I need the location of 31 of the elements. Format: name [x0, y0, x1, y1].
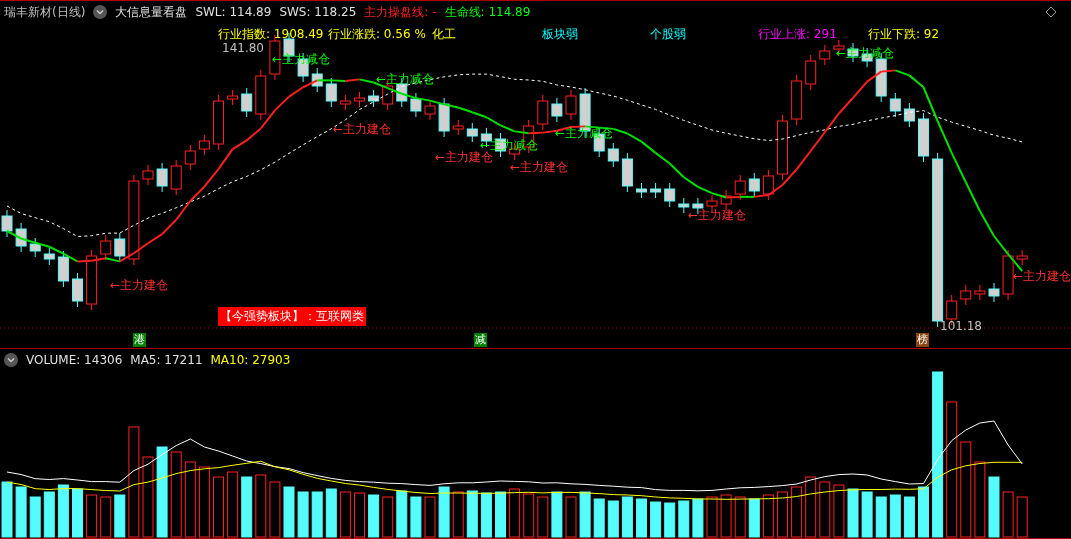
dropdown-icon[interactable] [4, 353, 18, 367]
sector-state: 板块弱 [542, 25, 579, 43]
signal-badge: 榜 [916, 333, 929, 347]
signal-annotation: ←主力建仓 [688, 207, 747, 224]
volume-value: VOLUME: 14306 [26, 353, 123, 367]
signal-badge: 港 [133, 333, 146, 347]
low-price-label: 101.18 [940, 319, 982, 333]
swl-value: SWL: 114.89 [195, 5, 272, 19]
sws-value: SWS: 118.25 [279, 5, 357, 19]
signal-annotation: ←主力建仓 [435, 150, 494, 166]
industry-down-count: 行业下跌: 92 [868, 25, 941, 43]
high-price-label: 141.80 [222, 41, 264, 55]
stock-title: 瑞丰新材(日线) [4, 3, 86, 21]
signal-annotation: ←主力减仓 [376, 71, 435, 88]
ma5-value: MA5: 17211 [130, 353, 203, 367]
main-line-value: 主力操盘线: - [364, 3, 437, 21]
signal-badge: 减 [474, 333, 487, 347]
life-line-value: 生命线: 114.89 [444, 3, 531, 21]
strong-sector-banner: 【今强势板块】：互联网类 [218, 307, 366, 326]
industry-name: 化工 [432, 25, 457, 43]
industry-change: 行业涨跌: 0.56 % [328, 25, 427, 43]
stock-state: 个股弱 [650, 25, 687, 43]
indicator-name: 大信息量看盘 [115, 3, 188, 21]
industry-up-count: 行业上涨: 291 [758, 25, 838, 43]
dropdown-icon[interactable] [93, 5, 108, 19]
ma10-value: MA10: 27903 [210, 353, 291, 367]
signal-annotation: ←主力建仓 [110, 277, 169, 294]
diamond-icon[interactable] [1045, 6, 1057, 18]
signal-annotation: ←主力建仓 [333, 121, 392, 138]
signal-annotation: ←主力建仓 [510, 159, 569, 176]
industry-index: 行业指数: 1908.49 [218, 25, 325, 43]
